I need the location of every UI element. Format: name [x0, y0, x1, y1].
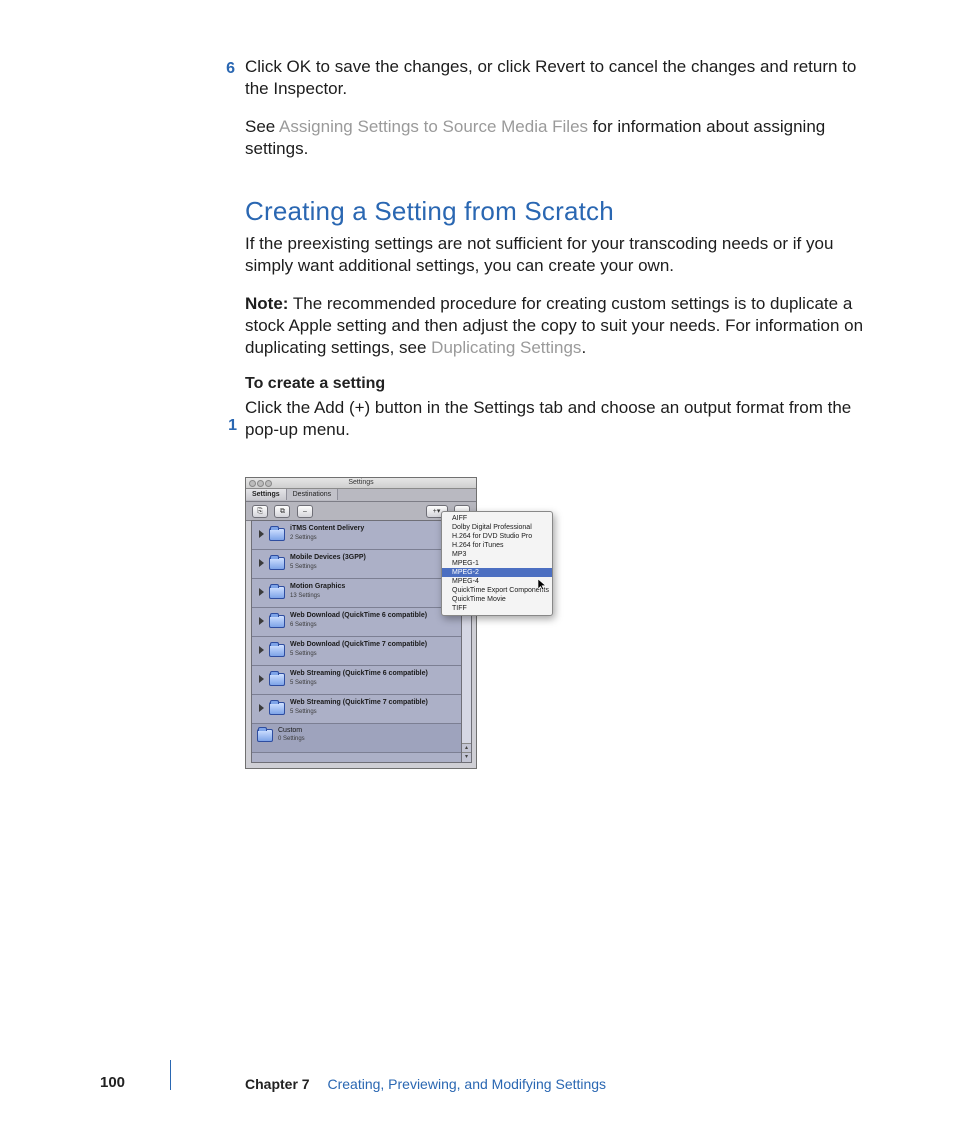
- step-1-text: Click the Add (+) button in the Settings…: [245, 398, 851, 439]
- note-body-b: .: [581, 338, 586, 357]
- task-heading: To create a setting: [245, 375, 870, 393]
- list-item-sub: 13 Settings: [290, 593, 320, 599]
- disclosure-triangle-icon[interactable]: [259, 675, 264, 683]
- disclosure-triangle-icon[interactable]: [259, 588, 264, 596]
- step-1-number: 1: [217, 415, 237, 437]
- menu-item-mpeg2[interactable]: MPEG-2: [442, 568, 552, 577]
- mouse-cursor-icon: [538, 579, 548, 591]
- list-item-label: Custom: [278, 727, 302, 734]
- list-item-label: Web Streaming (QuickTime 6 compatible): [290, 670, 428, 677]
- step-6-text: Click OK to save the changes, or click R…: [245, 57, 856, 98]
- list-item[interactable]: Web Download (QuickTime 6 compatible) 6 S…: [252, 608, 461, 637]
- menu-item-h264-dvd[interactable]: H.264 for DVD Studio Pro: [442, 532, 552, 541]
- menu-item-qt-export[interactable]: QuickTime Export Components: [442, 586, 552, 595]
- link-assigning-settings[interactable]: Assigning Settings to Source Media Files: [279, 117, 588, 136]
- folder-icon: [257, 729, 273, 742]
- list-item-label: iTMS Content Delivery: [290, 525, 364, 532]
- footer-divider: [170, 1060, 171, 1090]
- list-item-sub: 5 Settings: [290, 564, 317, 570]
- menu-item-aiff[interactable]: AIFF: [442, 514, 552, 523]
- list-item-sub: 2 Settings: [290, 535, 317, 541]
- menu-item-mpeg1[interactable]: MPEG-1: [442, 559, 552, 568]
- footer-title: Creating, Previewing, and Modifying Sett…: [327, 1076, 606, 1092]
- scroll-down-icon[interactable]: ▾: [462, 752, 471, 762]
- list-item-custom[interactable]: Custom 0 Settings: [252, 724, 461, 753]
- list-item-sub: 5 Settings: [290, 680, 317, 686]
- list-item[interactable]: Web Streaming (QuickTime 6 compatible) 5 …: [252, 666, 461, 695]
- folder-icon: [269, 644, 285, 657]
- menu-item-mp3[interactable]: MP3: [442, 550, 552, 559]
- list-item-sub: 0 Settings: [278, 736, 305, 742]
- note-label: Note:: [245, 294, 288, 313]
- folder-icon: [269, 528, 285, 541]
- list-item-label: Web Download (QuickTime 7 compatible): [290, 641, 427, 648]
- traffic-lights-icon: [249, 480, 273, 491]
- folder-icon: [269, 586, 285, 599]
- footer-chapter: Chapter 7: [245, 1076, 310, 1092]
- list-item[interactable]: Web Streaming (QuickTime 7 compatible) 5 …: [252, 695, 461, 724]
- duplicate-button[interactable]: ⎘: [252, 505, 268, 518]
- settings-window-screenshot: Settings SettingsDestinations ⎘ ⧉ – +▾ –: [245, 477, 554, 769]
- settings-list: iTMS Content Delivery 2 Settings Mobile D…: [251, 520, 462, 763]
- tab-destinations[interactable]: Destinations: [287, 489, 339, 500]
- folder-icon: [269, 615, 285, 628]
- window-titlebar: Settings: [246, 478, 476, 489]
- disclosure-triangle-icon[interactable]: [259, 704, 264, 712]
- list-item-label: Web Download (QuickTime 6 compatible): [290, 612, 427, 619]
- delete-group-button[interactable]: –: [297, 505, 313, 518]
- folder-icon: [269, 702, 285, 715]
- folder-icon: [269, 557, 285, 570]
- menu-item-mpeg4[interactable]: MPEG-4: [442, 577, 552, 586]
- list-item[interactable]: Mobile Devices (3GPP) 5 Settings: [252, 550, 461, 579]
- window-title: Settings: [348, 479, 373, 486]
- list-item-sub: 6 Settings: [290, 622, 317, 628]
- list-item[interactable]: iTMS Content Delivery 2 Settings: [252, 521, 461, 550]
- list-item[interactable]: Web Download (QuickTime 7 compatible) 5 S…: [252, 637, 461, 666]
- step-6-number: 6: [215, 58, 235, 80]
- link-duplicating-settings[interactable]: Duplicating Settings: [431, 338, 581, 357]
- disclosure-triangle-icon[interactable]: [259, 617, 264, 625]
- disclosure-triangle-icon[interactable]: [259, 530, 264, 538]
- group-button[interactable]: ⧉: [274, 505, 290, 518]
- menu-item-dolby[interactable]: Dolby Digital Professional: [442, 523, 552, 532]
- menu-item-qt-movie[interactable]: QuickTime Movie: [442, 595, 552, 604]
- list-item-label: Mobile Devices (3GPP): [290, 554, 366, 561]
- list-item-label: Motion Graphics: [290, 583, 345, 590]
- see-pre: See: [245, 117, 279, 136]
- output-format-menu: AIFF Dolby Digital Professional H.264 fo…: [441, 511, 553, 616]
- folder-icon: [269, 673, 285, 686]
- page-number: 100: [100, 1074, 125, 1091]
- disclosure-triangle-icon[interactable]: [259, 646, 264, 654]
- list-item-sub: 5 Settings: [290, 709, 317, 715]
- list-item-sub: 5 Settings: [290, 651, 317, 657]
- section-intro: If the preexisting settings are not suff…: [245, 233, 870, 277]
- list-item[interactable]: Motion Graphics 13 Settings: [252, 579, 461, 608]
- menu-item-h264-itunes[interactable]: H.264 for iTunes: [442, 541, 552, 550]
- disclosure-triangle-icon[interactable]: [259, 559, 264, 567]
- list-item-label: Web Streaming (QuickTime 7 compatible): [290, 699, 428, 706]
- section-heading: Creating a Setting from Scratch: [245, 196, 870, 227]
- menu-item-tiff[interactable]: TIFF: [442, 604, 552, 613]
